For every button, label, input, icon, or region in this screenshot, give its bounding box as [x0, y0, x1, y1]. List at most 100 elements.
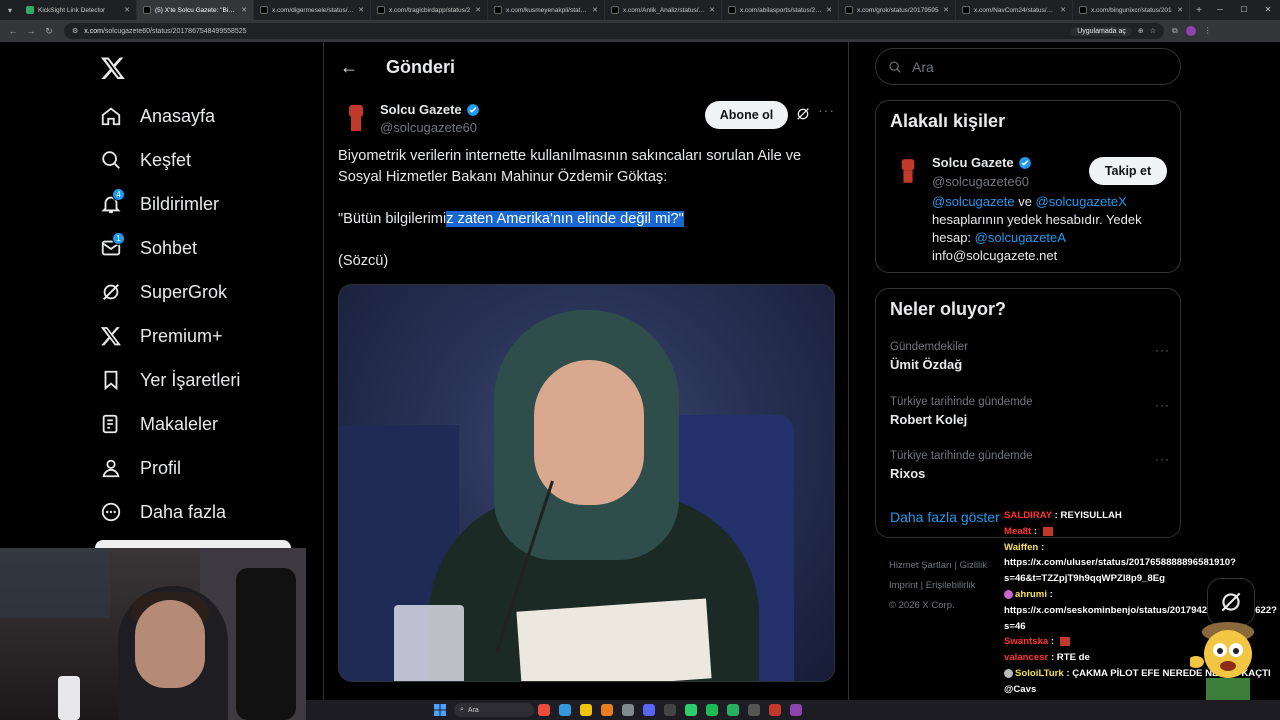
nav-more[interactable]: Daha fazla: [100, 490, 240, 534]
terms-link[interactable]: Hizmet Şartları: [889, 560, 952, 571]
subscribe-button[interactable]: Abone ol: [705, 101, 788, 129]
browser-tab[interactable]: x.com/bingunixcr/status/201 ✕: [1073, 0, 1190, 20]
tab-search-icon[interactable]: ▾: [0, 0, 20, 20]
more-options-icon[interactable]: ···: [1155, 452, 1170, 466]
nav-bookmarks[interactable]: Yer İşaretleri: [100, 358, 240, 402]
open-in-app-button[interactable]: Uygulamada aç: [1071, 26, 1132, 36]
post-image[interactable]: [338, 284, 835, 682]
chat-text: :: [1047, 588, 1053, 600]
tab-close-icon[interactable]: ✕: [943, 6, 949, 14]
tab-close-icon[interactable]: ✕: [709, 6, 715, 14]
show-more-link[interactable]: Daha fazla göster: [890, 509, 1000, 525]
tab-close-icon[interactable]: ✕: [475, 6, 481, 14]
trend-item[interactable]: Gündemdekiler Ümit Özdağ ···: [890, 341, 1170, 372]
profile-avatar[interactable]: [1185, 26, 1196, 36]
trend-item[interactable]: Türkiye tarihinde gündemde Robert Kolej …: [890, 396, 1170, 427]
imprint-link[interactable]: Imprint: [889, 580, 918, 591]
taskbar-search[interactable]: ⌕ Ara: [454, 703, 534, 717]
browser-tab[interactable]: x.com/Anlik_Analiz/status/20 ✕: [605, 0, 722, 20]
taskbar-app-icon[interactable]: [664, 704, 676, 716]
windows-start-icon[interactable]: [434, 704, 446, 716]
star-icon[interactable]: ☆: [1150, 27, 1156, 35]
avatar[interactable]: [890, 153, 926, 189]
x-logo-icon[interactable]: [100, 55, 126, 81]
accessibility-link[interactable]: Erişilebilirlik: [926, 580, 976, 591]
more-options-icon[interactable]: ···: [1155, 343, 1170, 357]
forward-icon[interactable]: →: [22, 26, 40, 36]
nav-profile[interactable]: Profil: [100, 446, 240, 490]
author-name[interactable]: Solcu Gazete: [380, 102, 480, 117]
browser-tab[interactable]: x.com/digermesele/status/20 ✕: [254, 0, 371, 20]
grok-explain-icon[interactable]: [795, 106, 811, 122]
taskbar-app-icon[interactable]: [559, 704, 571, 716]
nav-explore[interactable]: Keşfet: [100, 138, 240, 182]
browser-tab[interactable]: KickSight Link Detector ✕: [20, 0, 137, 20]
taskbar-app-icon[interactable]: [769, 704, 781, 716]
nav-articles[interactable]: Makaleler: [100, 402, 240, 446]
nav-home[interactable]: Anasayfa: [100, 94, 240, 138]
tab-close-icon[interactable]: ✕: [124, 6, 130, 14]
tab-close-icon[interactable]: ✕: [1177, 6, 1183, 14]
nav-label: Daha fazla: [140, 501, 227, 522]
taskbar-app-icon[interactable]: [685, 704, 697, 716]
folder-icon[interactable]: [580, 704, 592, 716]
nav-premium[interactable]: Premium+: [100, 314, 240, 358]
related-name[interactable]: Solcu Gazete: [932, 155, 1032, 170]
maximize-icon[interactable]: ☐: [1232, 0, 1256, 20]
browser-tab[interactable]: (5) X'te Solcu Gazete: "Biyom ✕: [137, 0, 254, 20]
browser-tab[interactable]: x.com/tragicbirdapp/status/2 ✕: [371, 0, 488, 20]
taskbar-app-icon[interactable]: [748, 704, 760, 716]
nav-notifications[interactable]: 4 Bildirimler: [100, 182, 240, 226]
tab-close-icon[interactable]: ✕: [826, 6, 832, 14]
new-tab-button[interactable]: +: [1190, 5, 1208, 16]
avatar[interactable]: [338, 100, 374, 136]
author-handle[interactable]: @solcugazete60: [380, 120, 477, 135]
verified-badge-icon: [466, 103, 479, 116]
tab-title: x.com/kusmeyenakpli/status/: [506, 6, 589, 14]
browser-tab[interactable]: x.com/grok/status/20179595 ✕: [839, 0, 956, 20]
chat-message: https://x.com/uluser/status/201765888889…: [1004, 555, 1280, 571]
spotify-icon[interactable]: [706, 704, 718, 716]
search-input[interactable]: [912, 58, 1152, 75]
back-icon[interactable]: ←: [4, 26, 22, 36]
more-options-icon[interactable]: ···: [1155, 398, 1170, 412]
privacy-link[interactable]: Gizlilik: [960, 560, 987, 571]
trend-context: Türkiye tarihinde gündemde: [890, 450, 1033, 462]
site-info-icon[interactable]: ⚙: [72, 27, 78, 35]
minimize-icon[interactable]: ─: [1208, 0, 1232, 20]
nav-messages[interactable]: 1 Sohbet: [100, 226, 240, 270]
search-box[interactable]: [875, 48, 1181, 85]
tab-close-icon[interactable]: ✕: [592, 6, 598, 14]
taskbar-app-icon[interactable]: [538, 704, 550, 716]
window-controls: ─ ☐ ✕: [1208, 0, 1280, 20]
browser-tab[interactable]: x.com/kusmeyenakpli/status/✕: [488, 0, 605, 20]
nav-supergrok[interactable]: SuperGrok: [100, 270, 240, 314]
chrome-icon[interactable]: [601, 704, 613, 716]
webcam-lamp: [58, 676, 80, 720]
discord-icon[interactable]: [643, 704, 655, 716]
back-arrow-icon[interactable]: ←: [340, 57, 358, 78]
trend-item[interactable]: Türkiye tarihinde gündemde Rixos ···: [890, 450, 1170, 481]
bio-link[interactable]: @solcugazete: [932, 194, 1015, 209]
tab-close-icon[interactable]: ✕: [358, 6, 364, 14]
bio-link[interactable]: @solcugazeteA: [975, 230, 1066, 245]
reload-icon[interactable]: ↻: [40, 26, 58, 37]
more-options-icon[interactable]: ···: [818, 102, 835, 118]
taskbar-app-icon[interactable]: [622, 704, 634, 716]
tab-close-icon[interactable]: ✕: [1060, 6, 1066, 14]
bio-link[interactable]: @solcugazeteX: [1036, 194, 1127, 209]
taskbar-app-icon[interactable]: [790, 704, 802, 716]
tab-close-icon[interactable]: ✕: [241, 6, 247, 14]
webcam-background: [0, 548, 110, 618]
related-handle[interactable]: @solcugazete60: [932, 174, 1029, 189]
tab-favicon-icon: [962, 6, 970, 14]
taskbar-app-icon[interactable]: [727, 704, 739, 716]
url-field[interactable]: ⚙ x.com/solcugazete60/status/20178675484…: [64, 23, 1164, 39]
zoom-icon[interactable]: ⊕: [1138, 27, 1144, 35]
browser-menu-icon[interactable]: ⋮: [1204, 26, 1212, 36]
close-window-icon[interactable]: ✕: [1256, 0, 1280, 20]
browser-tab[interactable]: x.com/NavCom24/status/201 ✕: [956, 0, 1073, 20]
extensions-icon[interactable]: ⧉: [1172, 26, 1178, 36]
browser-tab[interactable]: x.com/abilasports/status/201 ✕: [722, 0, 839, 20]
follow-button[interactable]: Takip et: [1089, 157, 1167, 185]
